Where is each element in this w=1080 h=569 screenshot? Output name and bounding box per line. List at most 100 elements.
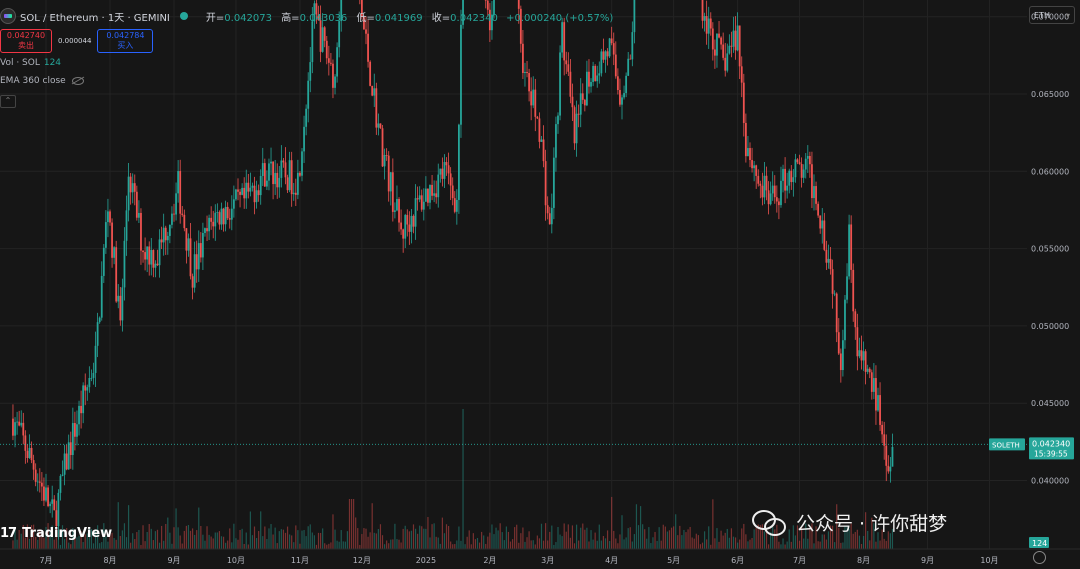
candle-body bbox=[102, 247, 105, 276]
volume-bar bbox=[470, 544, 472, 549]
eye-hidden-icon[interactable] bbox=[71, 76, 84, 85]
candle-body bbox=[414, 198, 417, 227]
volume-bar bbox=[639, 506, 642, 549]
volume-bar bbox=[262, 536, 264, 549]
candle-body bbox=[299, 172, 301, 176]
volume-bar bbox=[530, 540, 532, 549]
currency-selector[interactable]: ETH bbox=[1029, 6, 1075, 25]
volume-bar bbox=[330, 542, 332, 549]
volume-bar bbox=[885, 540, 887, 549]
candle-body bbox=[251, 185, 254, 188]
market-status-icon[interactable] bbox=[179, 12, 188, 20]
candle-body bbox=[757, 175, 760, 184]
volume-bar bbox=[363, 528, 365, 549]
volume-bar bbox=[623, 539, 625, 549]
time-axis[interactable]: 7月 8月 9月 10月 11月 12月 2025 2月 3月 4月 5月 6月 7月 8月 9月 10月 bbox=[0, 548, 1080, 569]
volume-bar bbox=[443, 533, 446, 549]
candle-body bbox=[455, 199, 458, 212]
sell-button[interactable]: 0.042740 卖出 bbox=[0, 29, 52, 53]
volume-bar bbox=[687, 529, 689, 549]
ohlc-values: 开=0.042073 高=0.043036 低=0.041969 收=0.042… bbox=[200, 9, 613, 24]
candle-body bbox=[45, 487, 47, 501]
candle-body bbox=[767, 190, 770, 205]
candle-body bbox=[187, 238, 190, 251]
volume-bar bbox=[538, 538, 541, 549]
candle-body bbox=[84, 385, 87, 391]
candle-body bbox=[195, 254, 198, 270]
volume-bar bbox=[303, 530, 305, 549]
candle-body bbox=[398, 199, 400, 223]
volume-bar bbox=[609, 540, 611, 549]
price-chart[interactable]: 0.0350000.0400000.0450000.0500000.055000… bbox=[0, 0, 1080, 569]
candle-body bbox=[850, 224, 853, 270]
sell-label: 卖出 bbox=[18, 41, 34, 50]
candle-body bbox=[784, 168, 786, 191]
volume-indicator-legend[interactable]: Vol · SOL 124 bbox=[0, 58, 61, 68]
volume-bar bbox=[489, 532, 491, 549]
buy-button[interactable]: 0.042784 买入 bbox=[97, 29, 154, 53]
volume-bar bbox=[660, 540, 662, 549]
candle-body bbox=[831, 269, 834, 294]
volume-bar bbox=[175, 508, 177, 549]
volume-bar bbox=[604, 538, 607, 549]
volume-bar bbox=[813, 543, 815, 549]
candle-body bbox=[321, 27, 324, 52]
volume-bar bbox=[697, 535, 699, 549]
candle-body bbox=[82, 385, 85, 414]
volume-bar bbox=[627, 528, 629, 549]
candle-body bbox=[621, 97, 623, 105]
candle-body bbox=[59, 475, 62, 493]
candle-body bbox=[292, 192, 295, 195]
volume-bar bbox=[677, 535, 679, 549]
candle-body bbox=[887, 465, 890, 472]
volume-bar bbox=[509, 541, 512, 549]
volume-bar bbox=[138, 529, 140, 549]
volume-bar bbox=[328, 543, 330, 549]
candle-body bbox=[247, 182, 250, 192]
candle-body bbox=[121, 287, 124, 321]
settings-icon[interactable] bbox=[1033, 551, 1046, 564]
volume-bar bbox=[313, 535, 315, 549]
candle-body bbox=[815, 186, 817, 204]
candle-body bbox=[375, 88, 378, 128]
volume-bar bbox=[309, 524, 311, 549]
sell-price: 0.042740 bbox=[6, 31, 46, 40]
volume-bar bbox=[132, 533, 134, 549]
volume-bar bbox=[57, 539, 59, 549]
candle-body bbox=[778, 201, 780, 206]
volume-bar bbox=[790, 541, 792, 549]
symbol-title[interactable]: SOL / Ethereum · 1天 · GEMINI bbox=[20, 9, 170, 24]
candle-body bbox=[396, 199, 398, 211]
volume-bar bbox=[557, 526, 559, 549]
candle-body bbox=[181, 213, 184, 215]
volume-bar bbox=[823, 534, 825, 549]
volume-bar bbox=[311, 532, 313, 549]
candle-body bbox=[294, 192, 297, 195]
volume-bar bbox=[487, 536, 489, 549]
tradingview-logo[interactable]: 17 TradingView bbox=[0, 526, 112, 541]
price-tick-label: 0.055000 bbox=[1031, 245, 1069, 254]
candle-body bbox=[846, 276, 848, 300]
candle-body bbox=[431, 184, 433, 196]
candle-body bbox=[443, 162, 446, 179]
volume-bar bbox=[70, 544, 72, 549]
volume-bar bbox=[437, 537, 439, 549]
chart-background bbox=[0, 0, 1080, 569]
candle-body bbox=[538, 118, 541, 142]
candle-body bbox=[484, 0, 487, 1]
collapse-legend-button[interactable]: ⌃ bbox=[0, 95, 16, 108]
volume-bar bbox=[689, 526, 691, 549]
volume-indicator-value: 124 bbox=[43, 58, 62, 68]
candle-body bbox=[769, 193, 772, 205]
candle-body bbox=[885, 445, 888, 466]
volume-bar bbox=[594, 532, 596, 549]
volume-bar bbox=[747, 541, 749, 549]
volume-bar bbox=[165, 523, 167, 549]
candle-body bbox=[608, 38, 611, 57]
candle-body bbox=[80, 405, 82, 414]
candle-body bbox=[18, 421, 21, 426]
ema-indicator-legend[interactable]: EMA 360 close bbox=[0, 76, 84, 86]
volume-bar bbox=[408, 531, 410, 549]
volume-bar bbox=[158, 542, 161, 549]
candle-body bbox=[449, 173, 452, 186]
